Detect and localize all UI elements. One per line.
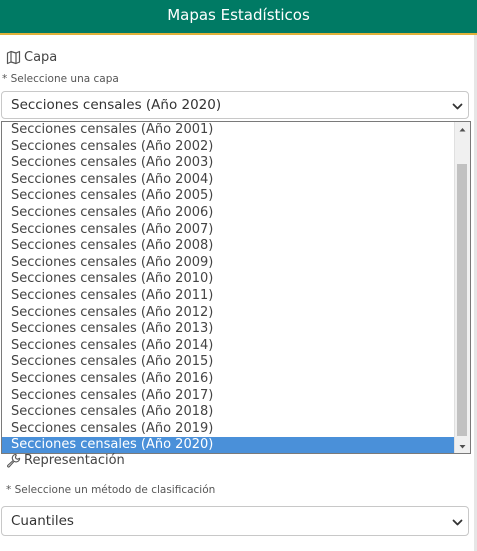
capa-select-value: Secciones censales (Año 2020) bbox=[11, 97, 222, 113]
clasificacion-select-value: Cuantiles bbox=[11, 513, 74, 529]
capa-dropdown-list[interactable]: Secciones censales (Año 2001) Secciones c… bbox=[1, 121, 471, 454]
dropdown-option[interactable]: Secciones censales (Año 2015) bbox=[2, 354, 455, 371]
wrench-icon bbox=[6, 453, 21, 468]
dropdown-option[interactable]: Secciones censales (Año 2018) bbox=[2, 404, 455, 421]
dropdown-option[interactable]: Secciones censales (Año 2017) bbox=[2, 388, 455, 405]
scrollbar-thumb[interactable] bbox=[457, 164, 467, 436]
dropdown-option[interactable]: Secciones censales (Año 2009) bbox=[2, 255, 455, 272]
representacion-section-label: Representación bbox=[6, 453, 125, 468]
dropdown-option[interactable]: Secciones censales (Año 2019) bbox=[2, 421, 455, 438]
capa-section-label: Capa bbox=[6, 50, 57, 65]
scroll-down-icon[interactable] bbox=[455, 439, 470, 453]
dropdown-option[interactable]: Secciones censales (Año 2012) bbox=[2, 305, 455, 322]
app-title: Mapas Estadísticos bbox=[167, 6, 310, 24]
capa-label: Capa bbox=[24, 50, 58, 65]
dropdown-option[interactable]: Secciones censales (Año 2005) bbox=[2, 188, 455, 205]
dropdown-scrollbar[interactable] bbox=[454, 122, 470, 453]
dropdown-option[interactable]: Secciones censales (Año 2006) bbox=[2, 205, 455, 222]
clasificacion-hint: * Seleccione un método de clasificación bbox=[6, 484, 216, 496]
app-header: Mapas Estadísticos bbox=[0, 0, 477, 35]
dropdown-option[interactable]: Secciones censales (Año 2020) bbox=[2, 437, 455, 453]
dropdown-option[interactable]: Secciones censales (Año 2014) bbox=[2, 338, 455, 355]
dropdown-option[interactable]: Secciones censales (Año 2008) bbox=[2, 238, 455, 255]
dropdown-option[interactable]: Secciones censales (Año 2010) bbox=[2, 271, 455, 288]
dropdown-option[interactable]: Secciones censales (Año 2001) bbox=[2, 122, 455, 139]
capa-select[interactable]: Secciones censales (Año 2020) bbox=[1, 91, 469, 119]
dropdown-option[interactable]: Secciones censales (Año 2004) bbox=[2, 172, 455, 189]
scroll-up-icon[interactable] bbox=[455, 122, 470, 136]
chevron-down-icon bbox=[452, 516, 463, 527]
chevron-down-icon bbox=[452, 100, 463, 111]
capa-hint: * Seleccione una capa bbox=[2, 73, 119, 85]
dropdown-option[interactable]: Secciones censales (Año 2011) bbox=[2, 288, 455, 305]
map-icon bbox=[6, 50, 21, 65]
dropdown-option[interactable]: Secciones censales (Año 2007) bbox=[2, 222, 455, 239]
clasificacion-select[interactable]: Cuantiles bbox=[1, 506, 469, 536]
dropdown-option[interactable]: Secciones censales (Año 2003) bbox=[2, 155, 455, 172]
dropdown-option[interactable]: Secciones censales (Año 2002) bbox=[2, 139, 455, 156]
representacion-label: Representación bbox=[24, 453, 125, 468]
dropdown-options: Secciones censales (Año 2001) Secciones c… bbox=[2, 122, 455, 453]
dropdown-option[interactable]: Secciones censales (Año 2013) bbox=[2, 321, 455, 338]
dropdown-option[interactable]: Secciones censales (Año 2016) bbox=[2, 371, 455, 388]
